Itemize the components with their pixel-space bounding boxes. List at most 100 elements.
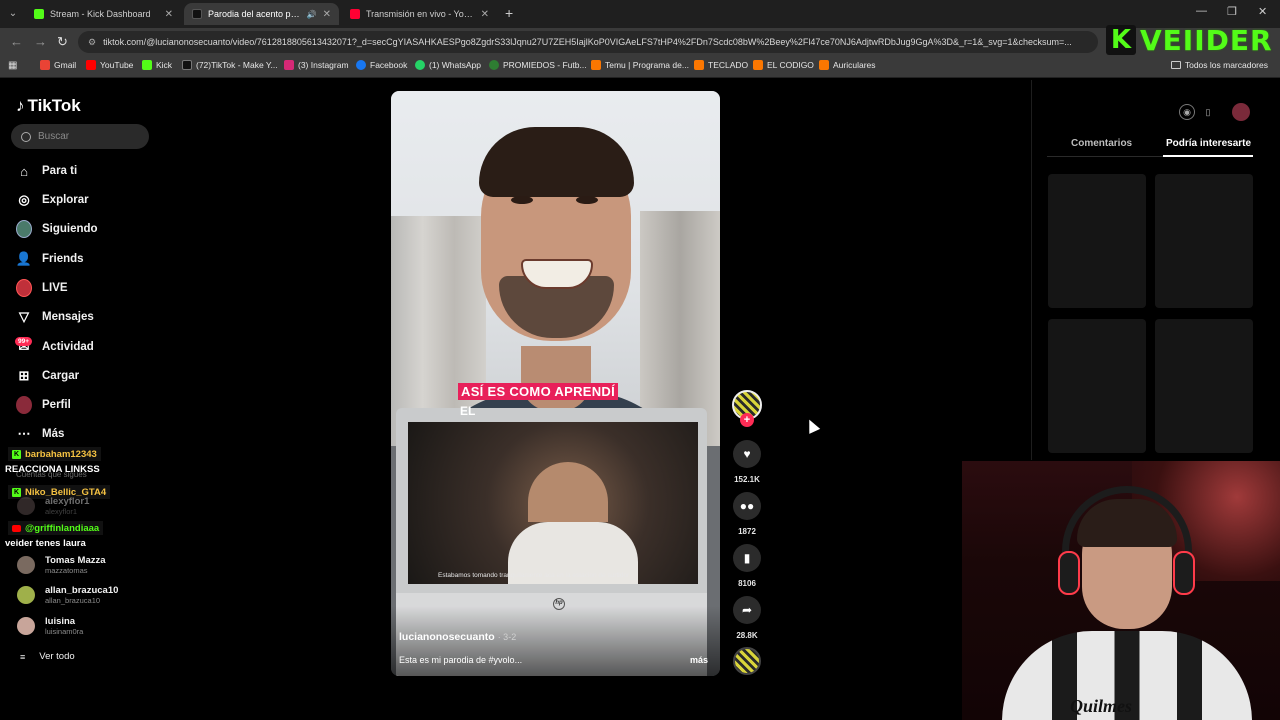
bookmark-tiktok[interactable]: (72)TikTok - Make Y... (182, 60, 278, 70)
nav-live[interactable]: LIVE (16, 279, 68, 297)
bookmark-youtube[interactable]: YouTube (86, 60, 133, 70)
following-item[interactable]: luisina luisinam0ra (17, 616, 83, 636)
nav-cargar[interactable]: ⊞ Cargar (16, 368, 80, 384)
bookmark-el-codigo[interactable]: EL CODIGO (753, 60, 814, 70)
new-tab-plus-icon[interactable]: + (505, 5, 513, 21)
tab-podria-interesarte[interactable]: Podría interesarte (1166, 138, 1251, 149)
chat-message: @griffinlandiaaa (8, 521, 104, 535)
search-icon (21, 131, 31, 142)
avatar (17, 497, 35, 515)
follow-plus-icon[interactable]: + (740, 413, 754, 427)
nav-mensajes[interactable]: ▽ Mensajes (16, 309, 94, 325)
minimize-icon[interactable]: — (1196, 5, 1207, 17)
following-avatar (16, 220, 32, 238)
close-window-icon[interactable]: ✕ (1258, 5, 1267, 18)
all-bookmarks-folder[interactable]: Todos los marcadores (1170, 60, 1268, 70)
video-author[interactable]: lucianonosecuanto · 3-2 (399, 631, 516, 643)
video-caption-highlight: ASÍ ES COMO APRENDÍ (458, 383, 619, 400)
speaker-icon[interactable]: 🔊 (307, 10, 317, 19)
tab-comentarios[interactable]: Comentarios (1071, 138, 1132, 149)
promiedos-icon (489, 60, 499, 70)
bookmark-facebook[interactable]: Facebook (356, 60, 407, 70)
following-item[interactable]: alexyflor1 alexyflor1 (17, 496, 89, 516)
kick-logo-icon: K (1106, 25, 1136, 55)
profile-avatar[interactable] (1232, 103, 1250, 121)
comment-icon: ●● (739, 499, 755, 513)
reload-icon[interactable]: ↻ (57, 34, 68, 50)
apps-grid-icon[interactable]: ▦ (8, 60, 17, 71)
bookmark-promiedos[interactable]: PROMIEDOS - Futb... (489, 60, 587, 70)
save-count: 8106 (738, 579, 756, 588)
bookmark-auriculares[interactable]: Auriculares (819, 60, 876, 70)
bookmark-teclado[interactable]: TECLADO (694, 60, 748, 70)
nav-friends[interactable]: 👤 Friends (16, 251, 84, 267)
youtube-badge-icon (12, 524, 21, 532)
stream-overlay-logo: K VEIIDER (1106, 23, 1276, 57)
avatar (17, 586, 35, 604)
bookmark-temu[interactable]: Temu | Programa de... (591, 60, 689, 70)
youtube-icon (86, 60, 96, 70)
compass-icon[interactable]: ◉ (1179, 104, 1195, 120)
comment-count: 1872 (738, 527, 756, 536)
headphone-ear-left (1058, 551, 1080, 595)
restore-icon[interactable]: ❐ (1227, 5, 1237, 18)
active-tab-indicator (1163, 155, 1253, 157)
temu-icon (753, 60, 763, 70)
bookmark-instagram[interactable]: (3) Instagram (284, 60, 349, 70)
nav-perfil[interactable]: Perfil (16, 396, 71, 414)
video-person-eye (576, 196, 598, 204)
share-button[interactable]: ➦ (733, 596, 761, 624)
mobile-icon[interactable]: ▯ (1200, 104, 1216, 120)
bookmark-icon: ▮ (743, 551, 751, 565)
nav-para-ti[interactable]: ⌂ Para ti (16, 163, 77, 179)
music-disc-icon[interactable] (733, 647, 761, 675)
suggested-video-thumbnail[interactable] (1048, 319, 1146, 453)
nav-mas[interactable]: ⋯ Más (16, 426, 65, 442)
search-input[interactable]: Buscar (11, 124, 149, 149)
tab-youtube-live[interactable]: Transmisión en vivo - YouTube ✕ (342, 3, 497, 25)
chat-message: Kbarbaham12343 (8, 447, 101, 461)
close-tab-icon[interactable]: ✕ (165, 9, 173, 20)
more-button[interactable]: más (690, 655, 708, 665)
suggested-video-thumbnail[interactable] (1155, 319, 1253, 453)
nav-siguiendo[interactable]: Siguiendo (16, 220, 98, 238)
list-icon: ≡ (20, 651, 26, 662)
following-item[interactable]: allan_brazuca10 allan_brazuca10 (17, 585, 118, 605)
tab-tiktok-video[interactable]: Parodia del acento paragua 🔊 ✕ (184, 3, 339, 25)
compass-icon: ◎ (18, 192, 30, 207)
video-player[interactable]: Estabamos tomando tranquilamente aca en … (391, 91, 720, 676)
tab-search-chevron-icon[interactable]: ⌄ (4, 5, 22, 23)
bookmarks-bar: ▦ Gmail YouTube Kick (72)TikTok - Make Y… (0, 56, 1280, 78)
kick-icon (142, 60, 152, 70)
site-info-icon[interactable]: ⚙ (88, 37, 96, 48)
video-description: Esta es mi parodia de #yvolo... (399, 655, 523, 665)
back-arrow-icon[interactable]: ← (10, 34, 23, 49)
more-icon: ⋯ (17, 426, 31, 441)
close-tab-icon[interactable]: ✕ (481, 9, 489, 20)
forward-arrow-icon[interactable]: → (34, 34, 47, 49)
friends-icon: 👤 (15, 251, 33, 266)
streamer-name: VEIIDER (1140, 23, 1273, 57)
browser-address-bar: ← → ↻ ⚙ tiktok.com/@lucianonosecuanto/vi… (0, 28, 1280, 56)
url-field[interactable]: ⚙ tiktok.com/@lucianonosecuanto/video/76… (78, 31, 1098, 53)
see-all-link[interactable]: ≡ Ver todo (20, 651, 75, 662)
following-item[interactable]: Tomas Mazza mazzatomas (17, 555, 106, 575)
bookmark-kick[interactable]: Kick (142, 60, 172, 70)
like-button[interactable]: ♥ (733, 440, 761, 468)
bookmark-whatsapp[interactable]: (1) WhatsApp (415, 60, 481, 70)
home-icon: ⌂ (20, 163, 28, 179)
nav-explorar[interactable]: ◎ Explorar (16, 192, 88, 208)
video-person-eye (511, 196, 533, 204)
tiktok-logo[interactable]: ♪ TikTok (16, 96, 81, 116)
suggested-video-thumbnail[interactable] (1155, 174, 1253, 308)
close-tab-icon[interactable]: ✕ (323, 9, 331, 20)
chat-message-text: REACCIONA LINKSS (5, 464, 100, 475)
comment-button[interactable]: ●● (733, 492, 761, 520)
suggested-video-thumbnail[interactable] (1048, 174, 1146, 308)
chat-message-text: veider tenes laura (5, 538, 86, 549)
laptop-screen: Estabamos tomando tranquilamente aca en … (408, 422, 698, 584)
save-button[interactable]: ▮ (733, 544, 761, 572)
heart-icon: ♥ (743, 447, 751, 461)
tab-kick-dashboard[interactable]: Stream - Kick Dashboard ✕ (26, 3, 181, 25)
bookmark-gmail[interactable]: Gmail (40, 60, 76, 70)
